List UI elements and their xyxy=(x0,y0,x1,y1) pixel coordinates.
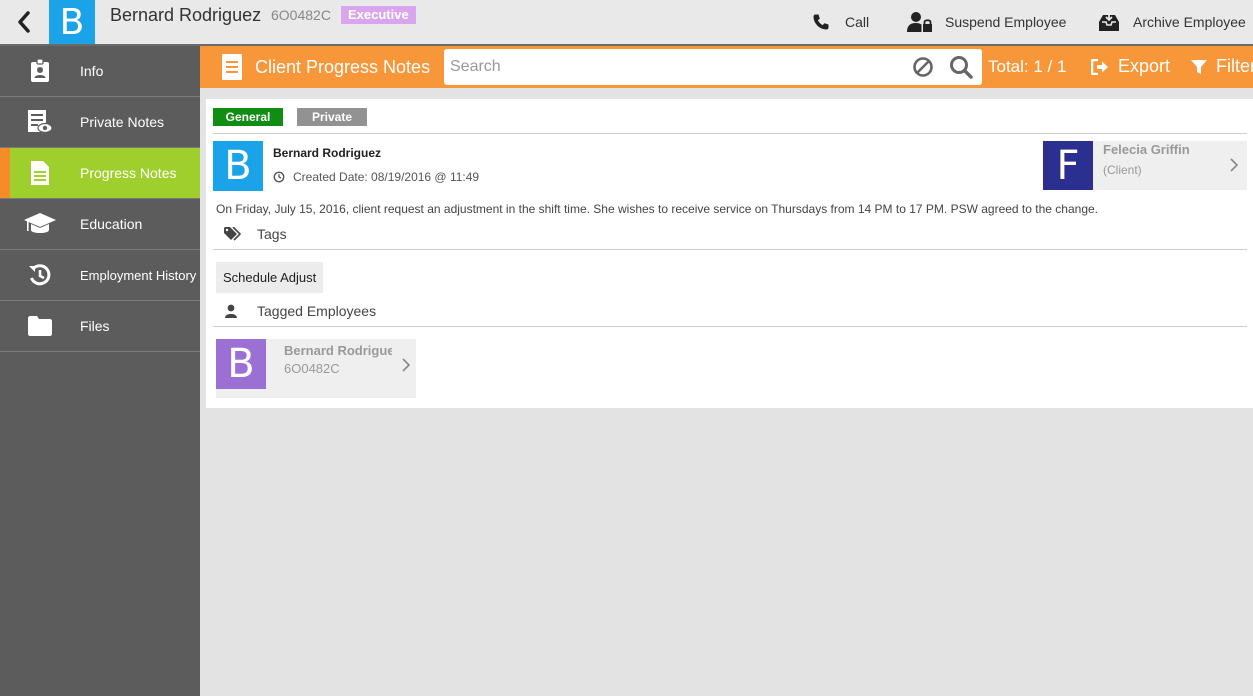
clear-search-icon[interactable] xyxy=(912,56,934,83)
created-date-text: Created Date: 08/19/2016 @ 11:49 xyxy=(293,170,480,184)
private-notes-icon xyxy=(0,110,80,134)
total-count: Total: 1 / 1 xyxy=(988,57,1067,76)
sidebar-item-label: Employment History xyxy=(80,267,197,283)
sidebar-item-info[interactable]: Info xyxy=(0,46,200,97)
sidebar-item-label: Files xyxy=(80,318,110,334)
tags-icon xyxy=(224,227,257,241)
phone-icon xyxy=(812,13,830,31)
sidebar-item-label: Private Notes xyxy=(80,114,165,130)
note-author: Bernard Rodriguez xyxy=(273,146,382,160)
tagged-employee-name: Bernard Rodriguez xyxy=(284,343,392,358)
chevron-right-icon xyxy=(1230,158,1238,172)
export-label: Export xyxy=(1118,56,1171,76)
export-button[interactable]: Export xyxy=(1091,56,1170,77)
search-icon[interactable] xyxy=(949,55,973,84)
archive-inbox-icon xyxy=(1097,12,1121,32)
user-icon xyxy=(224,304,257,318)
tags-heading: Tags xyxy=(224,226,287,242)
notes-toolbar: Client Progress Notes Total: 1 / 1 Expor… xyxy=(200,46,1253,88)
chevron-left-icon xyxy=(16,11,32,33)
search-input[interactable] xyxy=(450,49,900,85)
id-badge-icon xyxy=(0,59,80,83)
client-name: Felecia Griffin xyxy=(1103,142,1190,157)
divider xyxy=(213,133,1247,134)
archive-label: Archive Employee xyxy=(1133,14,1246,30)
tagged-employee-avatar: B xyxy=(216,339,266,389)
filter-label: Filter xyxy=(1216,56,1253,76)
clock-icon xyxy=(273,171,285,183)
tags-label: Tags xyxy=(257,226,287,242)
filter-icon xyxy=(1191,59,1207,75)
employee-name: Bernard Rodriguez xyxy=(110,5,262,25)
user-lock-icon xyxy=(907,11,933,33)
client-card[interactable]: F Felecia Griffin (Client) xyxy=(1043,141,1247,190)
tagged-employee-code: 6O0482C xyxy=(284,361,340,376)
divider xyxy=(213,326,1247,327)
call-button[interactable]: Call xyxy=(812,10,869,34)
progress-note-card: General Private B Bernard Rodriguez Crea… xyxy=(206,99,1253,408)
sidebar: Info Private Notes Progress Notes Educat… xyxy=(0,46,200,696)
employee-avatar: B xyxy=(49,0,95,44)
tab-general[interactable]: General xyxy=(213,108,283,126)
document-icon xyxy=(0,161,80,185)
sidebar-item-education[interactable]: Education xyxy=(0,199,200,250)
sidebar-item-progress-notes[interactable]: Progress Notes xyxy=(0,148,200,199)
suspend-label: Suspend Employee xyxy=(945,14,1067,30)
client-avatar: F xyxy=(1043,141,1093,190)
employee-code: 6O0482C xyxy=(271,7,331,23)
notes-document-icon xyxy=(221,54,243,85)
divider xyxy=(213,249,1247,250)
tab-private[interactable]: Private xyxy=(297,108,367,126)
sidebar-item-label: Info xyxy=(80,63,104,79)
folder-icon xyxy=(0,316,80,336)
archive-employee-button[interactable]: Archive Employee xyxy=(1097,10,1246,34)
tag-chip[interactable]: Schedule Adjust xyxy=(216,262,324,293)
sidebar-item-private-notes[interactable]: Private Notes xyxy=(0,97,200,148)
author-avatar: B xyxy=(213,141,263,191)
status-badge: Executive xyxy=(341,6,416,24)
search-box xyxy=(444,49,982,85)
back-button[interactable] xyxy=(0,0,48,44)
graduation-cap-icon xyxy=(0,213,80,235)
sidebar-item-label: Education xyxy=(80,216,143,232)
top-bar: B Bernard Rodriguez 6O0482C Executive Ca… xyxy=(0,0,1253,46)
tagged-employees-label: Tagged Employees xyxy=(257,303,377,319)
history-icon xyxy=(0,263,80,287)
tagged-employee-card[interactable]: B Bernard Rodriguez 6O0482C xyxy=(216,339,416,398)
sign-out-icon xyxy=(1091,58,1109,75)
filter-button[interactable]: Filter xyxy=(1191,56,1253,77)
sidebar-item-label: Progress Notes xyxy=(80,165,177,181)
tagged-employees-heading: Tagged Employees xyxy=(224,303,376,319)
created-date: Created Date: 08/19/2016 @ 11:49 xyxy=(273,170,479,184)
note-body: On Friday, July 15, 2016, client request… xyxy=(216,202,1098,216)
sidebar-item-employment-history[interactable]: Employment History xyxy=(0,250,200,301)
suspend-employee-button[interactable]: Suspend Employee xyxy=(907,10,1066,34)
page-title: Client Progress Notes xyxy=(255,57,431,77)
client-role: (Client) xyxy=(1103,163,1142,177)
call-label: Call xyxy=(845,14,870,30)
chevron-right-icon xyxy=(402,358,410,372)
sidebar-item-files[interactable]: Files xyxy=(0,301,200,352)
